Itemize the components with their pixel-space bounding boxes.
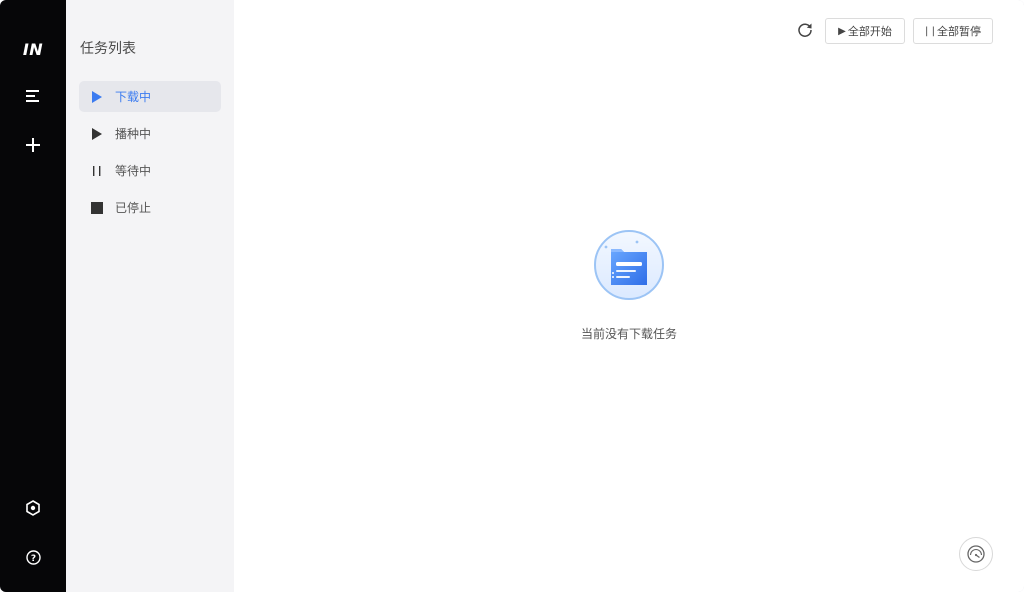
app-logo: IN bbox=[22, 40, 44, 59]
nav-item-label: 等待中 bbox=[115, 164, 152, 178]
speed-button[interactable] bbox=[959, 537, 993, 571]
settings-button[interactable] bbox=[17, 492, 49, 524]
nav-item-label: 下载中 bbox=[115, 90, 152, 104]
nav-item-stopped[interactable]: 已停止 bbox=[79, 192, 221, 223]
menu-button[interactable] bbox=[17, 80, 49, 112]
pause-icon bbox=[91, 165, 103, 177]
pause-all-label: 全部暂停 bbox=[936, 25, 981, 38]
task-list-panel: 任务列表 下载中 播种中 等待中 已停止 bbox=[66, 0, 234, 592]
nav-item-downloading[interactable]: 下载中 bbox=[79, 81, 221, 112]
app-window: IN ? 任务列表 下载中 播种中 等待中 已停止 ▶ 全部开始 | | 全部暂… bbox=[0, 0, 1024, 592]
empty-state-text: 当前没有下载任务 bbox=[580, 327, 677, 341]
nav-item-label: 播种中 bbox=[115, 127, 152, 141]
speedometer-icon bbox=[967, 545, 985, 563]
nav-item-seeding[interactable]: 播种中 bbox=[79, 118, 221, 149]
play-icon bbox=[91, 127, 103, 140]
main-area: ▶ 全部开始 | | 全部暂停 当前没有下载任务 bbox=[234, 0, 1024, 592]
pause-all-button[interactable]: | | 全部暂停 bbox=[913, 18, 993, 44]
panel-title: 任务列表 bbox=[80, 41, 136, 57]
refresh-button[interactable] bbox=[795, 20, 815, 40]
add-task-button[interactable] bbox=[17, 129, 49, 161]
settings-icon bbox=[26, 500, 40, 516]
pause-icon: | | bbox=[925, 25, 935, 37]
empty-state: 当前没有下载任务 bbox=[234, 229, 1024, 342]
help-button[interactable]: ? bbox=[17, 541, 49, 573]
help-icon: ? bbox=[25, 549, 41, 565]
play-icon: ▶ bbox=[838, 25, 846, 37]
nav-item-waiting[interactable]: 等待中 bbox=[79, 155, 221, 186]
start-all-label: 全部开始 bbox=[847, 25, 892, 38]
play-icon bbox=[91, 90, 103, 103]
nav-item-label: 已停止 bbox=[115, 201, 152, 215]
svg-text:?: ? bbox=[30, 554, 35, 564]
side-rail: IN ? bbox=[0, 0, 66, 592]
stop-icon bbox=[91, 201, 103, 214]
menu-icon bbox=[26, 90, 39, 102]
refresh-icon bbox=[798, 23, 812, 37]
plus-icon bbox=[26, 138, 40, 152]
empty-document-icon bbox=[593, 229, 665, 301]
start-all-button[interactable]: ▶ 全部开始 bbox=[825, 18, 905, 44]
